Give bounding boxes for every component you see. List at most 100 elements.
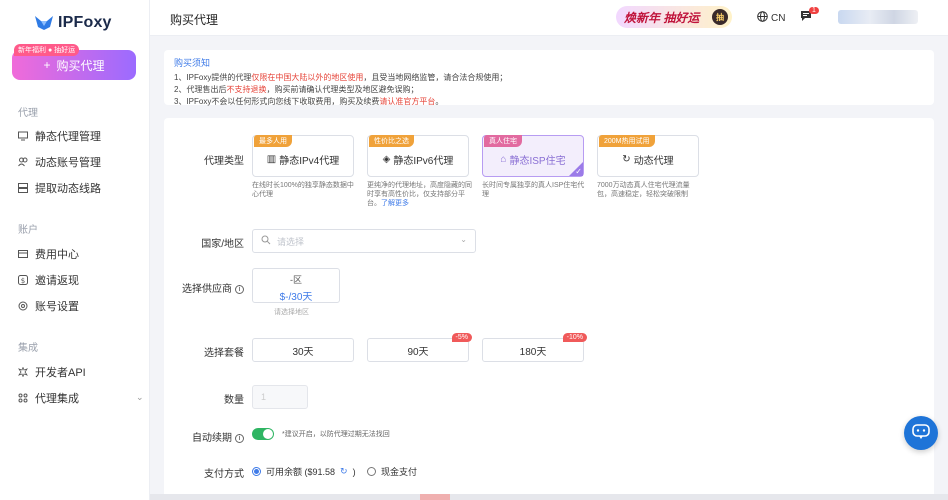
proxy-type-static-ipv4[interactable]: 最多人用 ▥ 静态IPv4代理 bbox=[252, 135, 354, 177]
svg-text:$: $ bbox=[21, 277, 25, 285]
proxy-type-static-ipv6[interactable]: 性价比之选 ◈ 静态IPv6代理 bbox=[367, 135, 469, 177]
country-select[interactable]: 请选择 ⌄ bbox=[252, 229, 476, 253]
fox-logo-icon bbox=[34, 15, 54, 31]
purchase-form: 代理类型 最多人用 ▥ 静态IPv4代理 在线时长100%的独享静态数据中心代理 … bbox=[164, 118, 934, 500]
logo[interactable]: IPFoxy bbox=[34, 14, 112, 32]
support-chat-button[interactable] bbox=[904, 416, 938, 450]
globe-icon bbox=[757, 11, 768, 25]
country-placeholder: 请选择 bbox=[277, 236, 305, 247]
page-title: 购买代理 bbox=[170, 13, 219, 27]
sidebar-item-label: 代理集成 bbox=[35, 393, 79, 405]
sidebar-item-label: 邀请返现 bbox=[35, 275, 79, 287]
notice-title: 购买须知 bbox=[174, 58, 211, 68]
auto-renew-hint: *建议开启，以防代理过期无法找回 bbox=[282, 431, 390, 438]
chat-icon bbox=[912, 423, 930, 443]
sidebar-item-proxy-integration[interactable]: 代理集成 bbox=[18, 390, 79, 406]
new-year-banner[interactable]: 焕新年 抽好运 抽 bbox=[616, 6, 732, 28]
payment-cash-radio[interactable]: 现金支付 bbox=[367, 465, 417, 478]
notice-line: 3、IPFoxy不会以任何形式向您线下收取费用，购买及续费请认准官方平台。 bbox=[174, 97, 444, 106]
payment-balance-label: 可用余额 ($91.58 bbox=[266, 467, 336, 477]
sidebar-item-developer-api[interactable]: 开发者API bbox=[18, 364, 86, 380]
nav-group-integration: 集成 bbox=[18, 343, 38, 354]
plan-label: 90天 bbox=[407, 346, 429, 358]
plan-label: 选择套餐 bbox=[204, 348, 244, 359]
api-icon bbox=[18, 367, 28, 377]
message-icon bbox=[800, 11, 812, 25]
nav-group-proxy: 代理 bbox=[18, 108, 38, 119]
country-label: 国家/地区 bbox=[201, 239, 244, 250]
logo-text: IPFoxy bbox=[58, 14, 112, 31]
nav-group-account: 账户 bbox=[18, 225, 38, 236]
plus-icon: + bbox=[43, 58, 51, 72]
proxy-type-label: 代理类型 bbox=[204, 156, 244, 167]
sidebar-item-referral[interactable]: $ 邀请返现 bbox=[18, 272, 79, 288]
purchase-notice: 购买须知 1、IPFoxy提供的代理仅限在中国大陆以外的地区使用，且受当地网络监… bbox=[164, 50, 934, 106]
dollar-icon: $ bbox=[18, 275, 28, 285]
language-switch[interactable]: CN bbox=[757, 11, 785, 25]
sidebar-item-label: 静态代理管理 bbox=[35, 131, 101, 143]
banner-text: 焕新年 抽好运 bbox=[624, 10, 700, 25]
bottom-accent bbox=[420, 494, 450, 500]
supplier-label: 选择供应商 i bbox=[164, 280, 244, 295]
type-name: 动态代理 bbox=[633, 156, 674, 167]
server-icon: ▥ bbox=[266, 154, 277, 165]
message-count-badge: 1 bbox=[809, 7, 819, 14]
radio-selected-icon bbox=[252, 467, 261, 476]
refresh-icon: ↻ bbox=[622, 154, 631, 165]
help-icon[interactable]: i bbox=[235, 433, 244, 443]
plan-30-days[interactable]: 30天 bbox=[252, 338, 354, 362]
sidebar-item-label: 开发者API bbox=[35, 367, 86, 379]
sidebar-item-account-settings[interactable]: 账号设置 bbox=[18, 298, 79, 314]
auto-renew-label: 自动续期 i bbox=[164, 429, 244, 444]
proxy-type-static-isp[interactable]: 真人住宅 ⌂ 静态ISP住宅 ✓ bbox=[482, 135, 584, 177]
sidebar-item-dynamic-accounts[interactable]: 动态账号管理 bbox=[18, 154, 101, 170]
supplier-price: $-/30天 bbox=[279, 292, 313, 303]
chevron-down-icon[interactable]: ⌄ bbox=[136, 392, 144, 403]
type-name: 静态IPv6代理 bbox=[393, 156, 454, 167]
toggle-knob bbox=[263, 429, 273, 439]
user-account-menu[interactable] bbox=[838, 10, 918, 24]
notice-line: 2、代理售出后不支持退换，购买前请确认代理类型及地区避免误购； bbox=[174, 85, 419, 94]
sidebar-item-billing[interactable]: 费用中心 bbox=[18, 246, 79, 262]
promo-tag: 新年福利 ● 抽好运 bbox=[14, 44, 80, 56]
supplier-option[interactable]: -区 $-/30天 bbox=[252, 268, 340, 303]
refresh-icon[interactable]: ↻ bbox=[340, 466, 348, 477]
type-tag: 真人住宅 bbox=[484, 135, 522, 147]
sidebar-item-static-proxy[interactable]: 静态代理管理 bbox=[18, 128, 101, 144]
check-icon: ✓ bbox=[575, 167, 582, 176]
sidebar-item-label: 账号设置 bbox=[35, 301, 79, 313]
server-icon bbox=[18, 183, 28, 193]
banner-draw-button[interactable]: 抽 bbox=[712, 9, 728, 25]
sidebar-item-label: 动态账号管理 bbox=[35, 157, 101, 169]
plan-label: 30天 bbox=[292, 346, 314, 358]
auto-renew-toggle[interactable] bbox=[252, 428, 274, 440]
sidebar-item-label: 费用中心 bbox=[35, 249, 79, 261]
type-tag: 200M热用试用 bbox=[599, 135, 655, 147]
plan-180-days[interactable]: 180天 -10% bbox=[482, 333, 587, 362]
supplier-region: -区 bbox=[290, 275, 302, 285]
type-tag: 最多人用 bbox=[254, 135, 292, 147]
payment-cash-label: 现金支付 bbox=[381, 467, 418, 477]
type-description: 7000万动态真人住宅代理流量包，高速稳定，轻松突破限制 bbox=[597, 182, 690, 198]
puzzle-icon bbox=[18, 393, 28, 403]
type-description: 在线时长100%的独享静态数据中心代理 bbox=[252, 182, 354, 198]
bottom-bar bbox=[150, 494, 948, 500]
discount-badge: -5% bbox=[451, 333, 472, 342]
messages-button[interactable]: 1 bbox=[800, 7, 819, 25]
payment-label: 支付方式 bbox=[204, 469, 244, 480]
type-name: 静态IPv4代理 bbox=[279, 156, 340, 167]
supplier-hint: 请选择地区 bbox=[274, 309, 309, 316]
sidebar-item-extract-lines[interactable]: 提取动态线路 bbox=[18, 180, 101, 196]
type-name: 静态ISP住宅 bbox=[509, 156, 566, 167]
help-icon[interactable]: i bbox=[235, 284, 244, 294]
plan-90-days[interactable]: 90天 -5% bbox=[367, 333, 472, 362]
users-icon bbox=[18, 157, 28, 167]
home-icon: ⌂ bbox=[500, 154, 507, 165]
learn-more-link[interactable]: 了解更多 bbox=[381, 200, 409, 207]
quantity-label: 数量 bbox=[224, 395, 244, 406]
monitor-icon bbox=[18, 131, 28, 141]
quantity-input[interactable]: 1 bbox=[252, 385, 308, 409]
payment-balance-radio[interactable]: 可用余额 ($91.58 ↻) bbox=[252, 465, 356, 478]
wallet-icon bbox=[18, 249, 28, 259]
proxy-type-dynamic[interactable]: 200M热用试用 ↻ 动态代理 bbox=[597, 135, 699, 177]
